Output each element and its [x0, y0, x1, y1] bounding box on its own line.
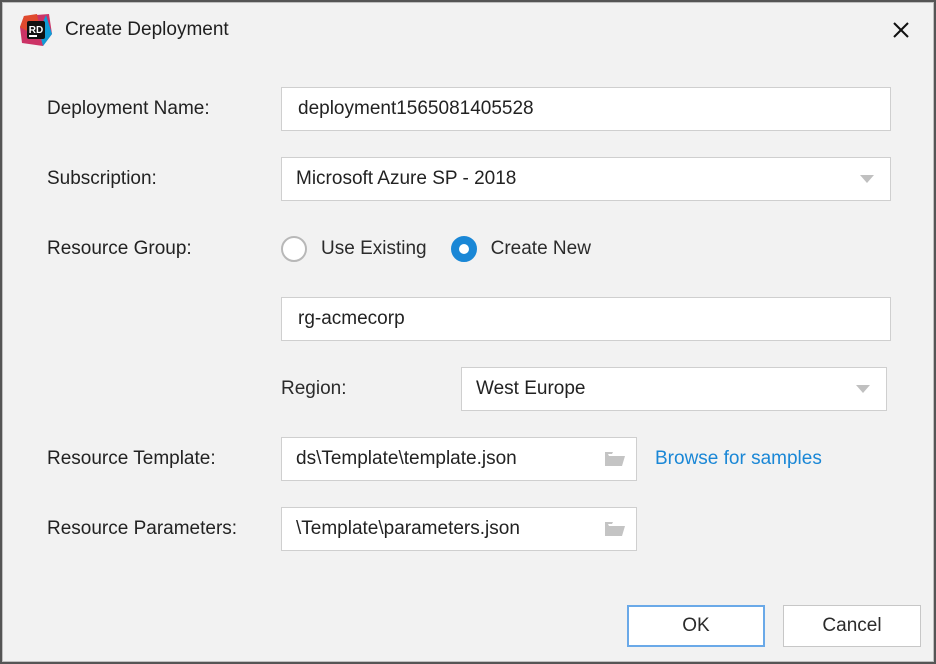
- radio-use-existing-label: Use Existing: [321, 238, 427, 260]
- browse-samples-link[interactable]: Browse for samples: [655, 448, 822, 470]
- dialog-buttons: OK Cancel: [3, 605, 933, 661]
- dialog-title: Create Deployment: [65, 19, 873, 41]
- subscription-select[interactable]: Microsoft Azure SP - 2018: [281, 157, 891, 201]
- label-region: Region:: [281, 378, 401, 400]
- label-resource-parameters: Resource Parameters:: [47, 518, 277, 540]
- label-deployment-name: Deployment Name:: [47, 98, 277, 120]
- folder-open-icon: [604, 520, 626, 538]
- template-path-input[interactable]: [294, 447, 600, 471]
- label-subscription: Subscription:: [47, 168, 277, 190]
- app-icon: RD: [19, 13, 53, 47]
- form-body: Deployment Name: Subscription: Microsoft…: [3, 53, 933, 551]
- radio-use-existing[interactable]: Use Existing: [281, 236, 427, 262]
- browse-template-button[interactable]: [600, 444, 630, 474]
- subscription-value: Microsoft Azure SP - 2018: [296, 168, 860, 190]
- label-resource-group: Resource Group:: [47, 238, 277, 260]
- radio-icon: [451, 236, 477, 262]
- deployment-name-field[interactable]: [281, 87, 891, 131]
- svg-text:RD: RD: [29, 25, 43, 36]
- titlebar: RD Create Deployment: [3, 3, 933, 53]
- close-button[interactable]: [885, 14, 917, 46]
- cancel-button[interactable]: Cancel: [783, 605, 921, 647]
- chevron-down-icon: [860, 175, 874, 183]
- parameters-path-field[interactable]: [281, 507, 637, 551]
- region-select[interactable]: West Europe: [461, 367, 887, 411]
- parameters-path-input[interactable]: [294, 517, 600, 541]
- radio-create-new[interactable]: Create New: [451, 236, 591, 262]
- resource-group-name-input[interactable]: [296, 298, 876, 340]
- deployment-name-input[interactable]: [296, 88, 876, 130]
- close-icon: [892, 21, 910, 39]
- create-deployment-dialog: RD Create Deployment Deployment Name: Su…: [2, 2, 934, 662]
- label-resource-template: Resource Template:: [47, 448, 277, 470]
- region-value: West Europe: [476, 378, 856, 400]
- template-path-field[interactable]: [281, 437, 637, 481]
- radio-create-new-label: Create New: [491, 238, 591, 260]
- resource-group-mode: Use Existing Create New: [281, 227, 897, 271]
- radio-icon: [281, 236, 307, 262]
- ok-button[interactable]: OK: [627, 605, 765, 647]
- folder-open-icon: [604, 450, 626, 468]
- browse-parameters-button[interactable]: [600, 514, 630, 544]
- chevron-down-icon: [856, 385, 870, 393]
- resource-group-name-field[interactable]: [281, 297, 891, 341]
